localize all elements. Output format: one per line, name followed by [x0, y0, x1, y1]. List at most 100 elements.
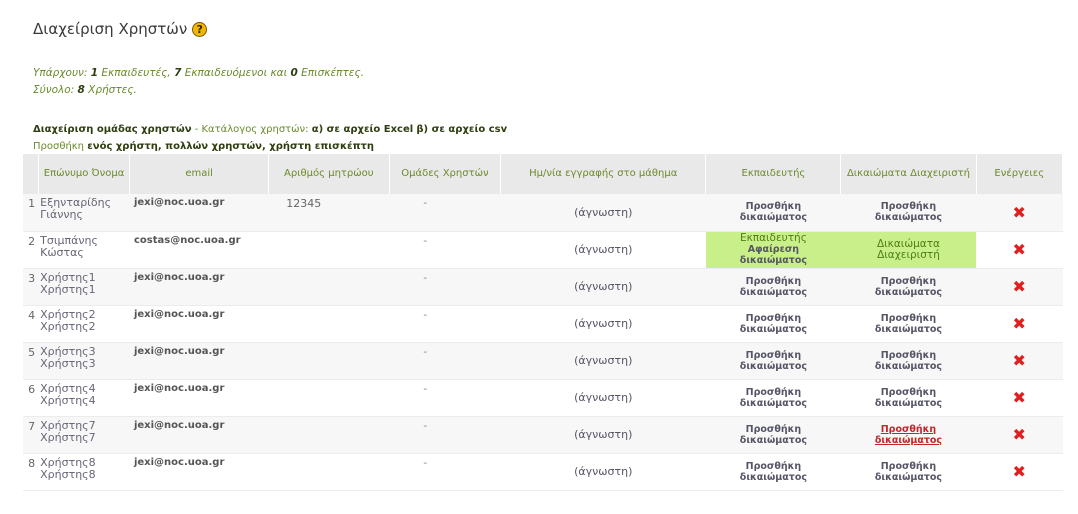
remove-right-link[interactable]: Αφαίρεση δικαιώματος: [706, 244, 841, 266]
actions-cell: ✖: [976, 268, 1063, 306]
actions-cell: ✖: [976, 194, 1063, 232]
user-surname: Χρήστης4: [40, 381, 96, 395]
page-title: Διαχείριση Χρηστών ?: [33, 20, 208, 38]
admin-right-link-hover[interactable]: Προσθήκη δικαιώματος: [840, 416, 976, 454]
table-row: 1 Εξηνταρίδης Γιάννης jexi@noc.uoa.gr 123…: [23, 194, 1063, 232]
admin-right-link[interactable]: Προσθήκη δικαιώματος: [840, 379, 976, 417]
registration-date: (άγνωστη): [500, 194, 706, 232]
add-one-user-link[interactable]: ενός χρήστη: [87, 141, 158, 152]
table-row: 2 Τσιμπάνης Κώστας costas@noc.uoa.gr - (ά…: [23, 231, 1063, 269]
table-row: 5 Χρήστης3 Χρήστης3 jexi@noc.uoa.gr - (άγ…: [23, 342, 1063, 380]
user-groups: -: [389, 453, 501, 491]
teacher-right-link[interactable]: Προσθήκη δικαιώματος: [705, 194, 841, 232]
delete-icon[interactable]: ✖: [1013, 203, 1026, 222]
registration-date: (άγνωστη): [500, 453, 706, 491]
teacher-right-link[interactable]: Προσθήκη δικαιώματος: [705, 305, 841, 343]
delete-icon[interactable]: ✖: [1013, 240, 1026, 259]
registration-date: (άγνωστη): [500, 305, 706, 343]
registration-date: (άγνωστη): [500, 379, 706, 417]
add-many-users-link[interactable]: πολλών χρηστών: [165, 141, 262, 152]
user-surname: Τσιμπάνης: [40, 233, 98, 247]
admin-right-link[interactable]: Προσθήκη δικαιώματος: [840, 305, 976, 343]
teacher-right-link[interactable]: Προσθήκη δικαιώματος: [705, 379, 841, 417]
summary-prefix: Υπάρχουν:: [33, 67, 91, 79]
user-groups: -: [389, 268, 501, 306]
delete-icon[interactable]: ✖: [1013, 462, 1026, 481]
group-management-link[interactable]: Διαχείριση ομάδας χρηστών: [33, 124, 192, 135]
teacher-right-link[interactable]: Προσθήκη δικαιώματος: [705, 416, 841, 454]
total-label: Χρήστες.: [84, 84, 137, 96]
total-prefix: Σύνολο:: [33, 84, 78, 96]
table-row: 3 Χρήστης1 Χρήστης1 jexi@noc.uoa.gr - (άγ…: [23, 268, 1063, 306]
delete-icon[interactable]: ✖: [1013, 277, 1026, 296]
delete-icon[interactable]: ✖: [1013, 388, 1026, 407]
actions-cell: ✖: [976, 342, 1063, 380]
user-name-cell: Τσιμπάνης Κώστας: [38, 231, 130, 269]
header-am[interactable]: Αριθμός μητρώου: [268, 154, 390, 194]
management-line-1: Διαχείριση ομάδας χρηστών - Κατάλογος χρ…: [33, 121, 507, 138]
header-email[interactable]: email: [129, 154, 269, 194]
admin-right-link[interactable]: Προσθήκη δικαιώματος: [840, 342, 976, 380]
actions-cell: ✖: [976, 305, 1063, 343]
admin-right-link[interactable]: Προσθήκη δικαιώματος: [840, 194, 976, 232]
admin-right-link[interactable]: Προσθήκη δικαιώματος: [840, 453, 976, 491]
teacher-right-link[interactable]: Προσθήκη δικαιώματος: [705, 268, 841, 306]
user-email[interactable]: jexi@noc.uoa.gr: [129, 305, 269, 343]
user-name-cell: Χρήστης2 Χρήστης2: [38, 305, 130, 343]
user-name-cell: Χρήστης4 Χρήστης4: [38, 379, 130, 417]
user-groups: -: [389, 416, 501, 454]
user-email[interactable]: jexi@noc.uoa.gr: [129, 453, 269, 491]
registration-date: (άγνωστη): [500, 268, 706, 306]
user-name-cell: Χρήστης7 Χρήστης7: [38, 416, 130, 454]
guests-count: 0: [290, 67, 298, 79]
user-groups: -: [389, 342, 501, 380]
delete-icon[interactable]: ✖: [1013, 314, 1026, 333]
row-number: 5: [23, 342, 39, 380]
header-actions: Ενέργειες: [976, 154, 1063, 194]
row-number: 6: [23, 379, 39, 417]
user-firstname: Χρήστης4: [40, 393, 96, 407]
user-email[interactable]: jexi@noc.uoa.gr: [129, 416, 269, 454]
header-role: Εκπαιδευτής: [705, 154, 842, 194]
user-firstname: Χρήστης2: [40, 319, 96, 333]
user-am: 12345: [268, 194, 390, 232]
user-surname: Χρήστης3: [40, 344, 96, 358]
registration-date: (άγνωστη): [500, 416, 706, 454]
teachers-count: 1: [90, 67, 99, 79]
user-am: [268, 305, 390, 343]
teacher-right-link[interactable]: Προσθήκη δικαιώματος: [705, 342, 841, 380]
admin-status: Δικαιώματα Διαχειριστή: [840, 231, 976, 269]
user-name-cell: Χρήστης1 Χρήστης1: [38, 268, 130, 306]
export-csv-link[interactable]: β) σε αρχείο csv: [416, 124, 507, 135]
user-firstname: Κώστας: [40, 245, 84, 259]
help-icon[interactable]: ?: [192, 21, 208, 37]
teacher-right-link[interactable]: Προσθήκη δικαιώματος: [705, 453, 841, 491]
add-guest-user-link[interactable]: χρήστη επισκέπτη: [269, 141, 374, 152]
page-title-text: Διαχείριση Χρηστών: [33, 20, 188, 38]
user-groups: -: [389, 379, 501, 417]
row-number: 4: [23, 305, 39, 343]
user-am: [268, 379, 390, 417]
actions-cell: ✖: [976, 416, 1063, 454]
user-groups: -: [389, 305, 501, 343]
export-excel-link[interactable]: α) σε αρχείο Excel: [312, 124, 413, 135]
admin-right-link[interactable]: Προσθήκη δικαιώματος: [840, 268, 976, 306]
user-groups: -: [389, 194, 501, 232]
user-email[interactable]: costas@noc.uoa.gr: [129, 231, 269, 269]
header-name[interactable]: Επώνυμο Όνομα: [38, 154, 131, 194]
user-email[interactable]: jexi@noc.uoa.gr: [129, 342, 269, 380]
user-email[interactable]: jexi@noc.uoa.gr: [129, 194, 269, 232]
user-email[interactable]: jexi@noc.uoa.gr: [129, 268, 269, 306]
row-number: 8: [23, 453, 39, 491]
user-firstname: Χρήστης8: [40, 467, 96, 481]
user-email[interactable]: jexi@noc.uoa.gr: [129, 379, 269, 417]
row-number: 2: [23, 231, 39, 269]
row-number: 7: [23, 416, 39, 454]
header-date[interactable]: Ημ/νία εγγραφής στο μάθημα: [500, 154, 707, 194]
user-surname: Χρήστης7: [40, 418, 96, 432]
summary-line-1: Υπάρχουν: 1 Εκπαιδευτές, 7 Εκπαιδευόμενο…: [33, 65, 364, 82]
user-firstname: Γιάννης: [40, 208, 83, 221]
header-groups: Ομάδες Χρηστών: [389, 154, 502, 194]
delete-icon[interactable]: ✖: [1013, 425, 1026, 444]
delete-icon[interactable]: ✖: [1013, 351, 1026, 370]
